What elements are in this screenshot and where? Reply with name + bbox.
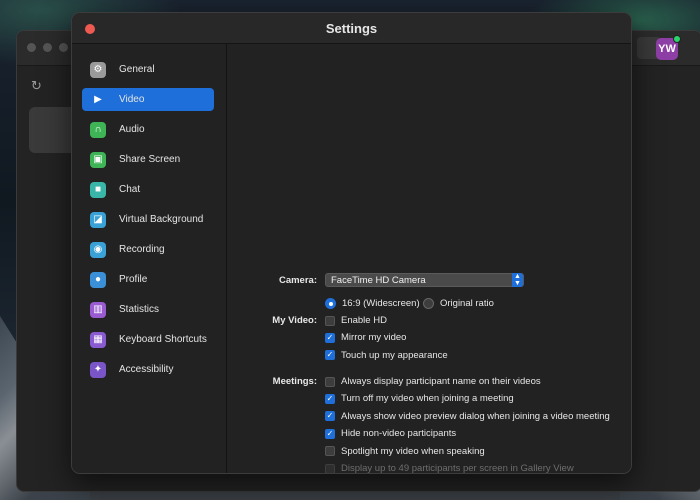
sidebar-item-accessibility[interactable]: ✦ Accessibility [82,358,214,381]
radio-label: 16:9 (Widescreen) [342,298,420,309]
person-background-icon: ◪ [90,211,106,228]
close-window-button[interactable] [27,43,36,52]
video-settings-panel: Camera: FaceTime HD Camera ▲ ▼ My Video: … [227,44,631,473]
checkbox-label: Spotlight my video when speaking [341,445,485,457]
checkbox-checked[interactable]: ✓ [325,393,335,404]
checkbox-unchecked[interactable] [325,376,335,387]
checkbox-unchecked[interactable] [325,315,335,326]
person-icon: ● [90,271,106,288]
checkbox-unchecked[interactable] [325,446,335,457]
sidebar-item-keyboard-shortcuts[interactable]: ▦ Keyboard Shortcuts [82,328,214,351]
sidebar-item-recording[interactable]: ◉ Recording [82,238,214,261]
checkbox-option[interactable]: ✓ Mirror my video [325,332,406,343]
checkbox-checked[interactable]: ✓ [325,332,335,343]
sidebar-item-share-screen[interactable]: ▣ Share Screen [82,148,214,171]
checkbox-label: Always show video preview dialog when jo… [341,410,610,422]
sidebar-item-label: Recording [119,244,165,255]
aspect-option-widescreen[interactable]: 16:9 (Widescreen) [325,298,420,309]
sidebar-item-general[interactable]: ⚙ General [82,58,214,81]
sidebar-item-virtual-background[interactable]: ◪ Virtual Background [82,208,214,231]
checkbox-label: Touch up my appearance [341,349,448,361]
maximize-window-button[interactable] [59,43,68,52]
sidebar-item-label: Keyboard Shortcuts [119,334,207,345]
checkbox-label: Display up to 49 participants per screen… [341,463,574,474]
checkbox-unchecked [325,463,335,473]
settings-window: Settings ⚙ General ▶ Video ∩ Audio ▣ Share Scre… [71,12,632,474]
radio-button[interactable] [325,298,336,309]
checkbox-option[interactable]: ✓ Turn off my video when joining a meetin… [325,393,514,404]
sidebar-item-profile[interactable]: ● Profile [82,268,214,291]
video-camera-icon: ▶ [94,94,102,105]
sidebar-item-chat[interactable]: ■ Chat [82,178,214,201]
sidebar-item-label: Virtual Background [119,214,204,225]
radio-label: Original ratio [440,298,494,309]
checkbox-option: Display up to 49 participants per screen… [325,463,574,474]
aspect-option-original[interactable]: Original ratio [423,298,494,309]
sidebar-item-label: Accessibility [119,364,174,375]
sidebar-item-label: Video [119,94,145,105]
checkbox-checked[interactable]: ✓ [325,350,335,361]
minimize-window-button[interactable] [43,43,52,52]
checkbox-option[interactable]: ✓ Hide non-video participants [325,428,456,439]
checkbox-label: Always display participant name on their… [341,376,541,387]
sidebar-item-label: Share Screen [119,154,181,165]
share-screen-icon: ▣ [90,151,106,168]
online-status-icon [673,35,681,43]
camera-label: Camera: [278,275,317,286]
settings-titlebar: Settings [72,13,631,44]
checkbox-label: Turn off my video when joining a meeting [341,393,514,405]
my-video-label: My Video: [272,315,317,326]
keyboard-icon: ▦ [90,331,106,348]
record-icon: ◉ [90,241,106,258]
checkbox-label: Enable HD [341,315,387,326]
settings-title: Settings [325,21,378,36]
sidebar-item-label: Statistics [119,304,160,315]
window-controls [27,43,68,52]
sidebar-item-statistics[interactable]: ▥ Statistics [82,298,214,321]
checkbox-label: Hide non-video participants [341,428,457,440]
headphones-icon: ∩ [90,121,106,138]
meetings-label: Meetings: [272,376,317,387]
sidebar-item-label: Chat [119,184,141,195]
checkbox-checked[interactable]: ✓ [325,411,335,422]
chat-icon: ■ [90,181,106,198]
camera-select-value: FaceTime HD Camera [331,275,426,286]
checkbox-option[interactable]: ✓ Always show video preview dialog when j… [325,411,610,422]
checkbox-option[interactable]: Enable HD [325,315,387,326]
sidebar-item-label: General [119,64,155,75]
sidebar-item-label: Profile [119,274,148,285]
refresh-icon[interactable]: ↻ [31,79,45,93]
radio-button[interactable] [423,298,434,309]
camera-select[interactable]: FaceTime HD Camera ▲ ▼ [325,273,524,287]
accessibility-icon: ✦ [90,361,106,378]
checkbox-option[interactable]: Spotlight my video when speaking [325,446,485,457]
sidebar-item-video[interactable]: ▶ Video [82,88,214,111]
checkbox-option[interactable]: ✓ Touch up my appearance [325,350,448,361]
chevron-up-down-icon: ▲ ▼ [512,273,523,287]
checkbox-option[interactable]: Always display participant name on their… [325,376,541,387]
bar-chart-icon: ▥ [90,301,106,318]
gear-icon: ⚙ [90,61,106,78]
checkbox-checked[interactable]: ✓ [325,428,335,439]
sidebar-item-label: Audio [119,124,145,135]
sidebar-item-audio[interactable]: ∩ Audio [82,118,214,141]
settings-sidebar: ⚙ General ▶ Video ∩ Audio ▣ Share Screen ■ Chat ◪ V… [72,44,227,473]
checkbox-label: Mirror my video [341,332,407,344]
